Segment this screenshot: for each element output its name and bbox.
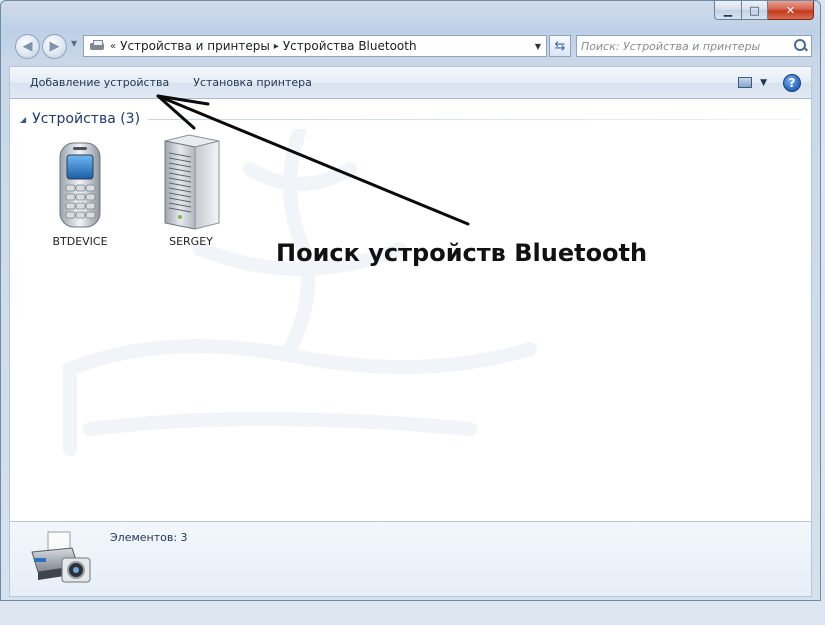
items-count: Элементов: 3 (110, 531, 188, 544)
explorer-window: ▁ □ ✕ ◀ ▶ ▼ « Устройства и принтеры ▸ Ус… (0, 0, 821, 601)
close-button[interactable]: ✕ (768, 1, 814, 20)
devices-printers-icon (88, 38, 106, 54)
refresh-button[interactable]: ⇆ (549, 35, 571, 57)
address-dropdown-icon[interactable]: ▼ (530, 42, 546, 51)
back-button[interactable]: ◀ (15, 34, 40, 59)
device-btdevice[interactable]: BTDEVICE (40, 141, 120, 248)
chevron-down-icon[interactable]: ▼ (760, 78, 767, 88)
search-input[interactable] (581, 37, 791, 55)
navigation-bar: ◀ ▶ ▼ « Устройства и принтеры ▸ Устройст… (11, 33, 812, 59)
minimize-button[interactable]: ▁ (714, 1, 742, 20)
group-divider (148, 118, 801, 120)
background-watermark (63, 129, 537, 456)
breadcrumb-bluetooth-devices[interactable]: Устройства Bluetooth (283, 39, 417, 53)
view-icon (738, 77, 753, 88)
computer-tower-icon (164, 134, 220, 230)
install-printer-button[interactable]: Установка принтера (181, 76, 324, 89)
mobile-phone-icon (59, 142, 101, 228)
change-view-button[interactable]: ▼ (738, 77, 767, 88)
crumb-separator-icon[interactable]: ▸ (274, 41, 279, 52)
forward-arrow-icon: ▶ (49, 39, 60, 54)
devices-group-header[interactable]: ◢ Устройства (3) (20, 109, 801, 129)
add-device-button[interactable]: Добавление устройства (18, 76, 181, 89)
forward-button[interactable]: ▶ (42, 34, 67, 59)
details-pane: Элементов: 3 (9, 521, 812, 597)
maximize-button[interactable]: □ (742, 1, 768, 20)
address-bar[interactable]: « Устройства и принтеры ▸ Устройства Blu… (83, 35, 547, 57)
help-button[interactable]: ? (783, 73, 801, 92)
printer-camera-icon (31, 531, 91, 583)
device-label: SERGEY (169, 235, 213, 248)
search-icon[interactable] (791, 37, 809, 55)
device-label: BTDEVICE (52, 235, 108, 248)
command-bar: Добавление устройства Установка принтера… (9, 66, 812, 99)
crumb-overflow[interactable]: « (110, 41, 116, 52)
device-sergey[interactable]: SERGEY (151, 133, 231, 248)
collapse-triangle-icon[interactable]: ◢ (20, 115, 26, 124)
content-pane: ◢ Устройства (3) BTDEVICE SERGEY Поиск у… (9, 99, 812, 521)
breadcrumb-devices-printers[interactable]: Устройства и принтеры (120, 39, 270, 53)
recent-pages-dropdown[interactable]: ▼ (71, 39, 77, 48)
back-arrow-icon: ◀ (22, 39, 33, 54)
refresh-icon: ⇆ (554, 38, 566, 54)
caption-buttons: ▁ □ ✕ (714, 1, 814, 21)
search-box[interactable] (576, 35, 812, 57)
annotation-text: Поиск устройств Bluetooth (276, 239, 648, 267)
group-title: Устройства (3) (32, 111, 141, 127)
